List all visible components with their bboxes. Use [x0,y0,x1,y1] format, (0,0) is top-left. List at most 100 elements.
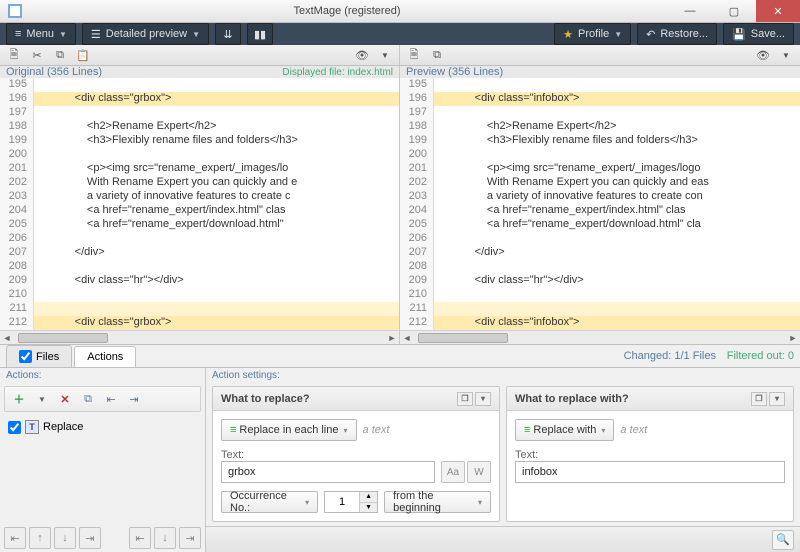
replace-with-mode-dropdown[interactable]: ≡ Replace with ▾ [515,419,614,441]
app-icon [4,0,26,22]
bottom-bar: 🔍 [206,526,800,552]
add-dropdown-icon[interactable]: ▼ [32,389,52,409]
occurrence-label: Occurrence No.: [230,490,300,514]
chevron-down-icon: ▼ [614,30,622,39]
collapse-left-button[interactable]: ⇤ [129,527,151,549]
delete-action-button[interactable]: ✕ [55,389,75,409]
text-action-icon: T [25,420,39,434]
card-window-icon[interactable]: ❐ [751,392,767,406]
original-code-pane: 195196 <div class="grbox">197198 <h2>Ren… [0,78,400,344]
restore-button[interactable]: ↶ Restore... [637,23,717,45]
card-chevron-icon[interactable]: ▾ [475,392,491,406]
move-up-button[interactable]: ↑ [29,527,51,549]
titlebar: TextMage (registered) — ▢ ✕ [0,0,800,23]
paste-icon[interactable]: 📋 [73,45,93,65]
secondary-toolbar: 🗎 ✂ ⧉ 📋 👁 ▼ 🗎 ⧉ 👁 ▼ [0,45,800,66]
move-last-button[interactable]: ⇥ [79,527,101,549]
menu-label: Menu [26,28,54,40]
import-action-button[interactable]: ⇤ [101,389,121,409]
columns-icon: ▮▮ [254,28,266,41]
chevron-down-icon[interactable]: ▼ [776,45,796,65]
card-window-icon[interactable]: ❐ [457,392,473,406]
action-item-replace[interactable]: T Replace [6,418,199,436]
occurrence-dropdown[interactable]: Occurrence No.: ▾ [221,491,318,513]
from-direction-label: from the beginning [393,490,473,514]
restore-label: Restore... [660,28,708,40]
move-first-button[interactable]: ⇤ [4,527,26,549]
chevron-down-icon: ▾ [344,426,348,435]
toggle-down-button[interactable]: ⇊ [215,23,241,45]
save-button[interactable]: 💾 Save... [723,23,794,45]
cut-icon[interactable]: ✂ [27,45,47,65]
preview-code-pane: 195196 <div class="infobox">197198 <h2>R… [400,78,800,344]
restore-icon: ↶ [646,28,655,41]
chevron-double-down-icon: ⇊ [223,28,232,41]
replace-with-hint: a text [620,424,647,436]
action-enabled-checkbox[interactable] [8,421,21,434]
chevron-down-icon: ▾ [478,498,482,507]
minimize-button[interactable]: — [668,0,712,22]
profile-label: Profile [578,28,609,40]
tab-bar: Files Actions Changed: 1/1 Files Filtere… [0,345,800,368]
add-action-button[interactable]: ＋ [9,389,29,409]
preview-pane-title: Preview (356 Lines) [406,66,503,78]
occurrence-value[interactable] [325,492,359,512]
from-direction-dropdown[interactable]: from the beginning ▾ [384,491,491,513]
duplicate-action-button[interactable]: ⧉ [78,389,98,409]
what-to-replace-card: What to replace? ❐▾ ≡ Replace in each li… [212,386,500,522]
original-hscrollbar[interactable]: ◄► [0,330,399,344]
lines-icon: ≡ [230,424,234,436]
preview-mode-button[interactable]: ☰ Detailed preview ▼ [82,23,209,45]
copy-icon[interactable]: ⧉ [50,45,70,65]
hamburger-icon: ≡ [15,28,21,40]
close-button[interactable]: ✕ [756,0,800,22]
chevron-down-icon: ▾ [305,498,309,507]
doc-icon[interactable]: 🗎 [4,45,24,65]
actions-toolbar: ＋ ▼ ✕ ⧉ ⇤ ⇥ [4,386,201,412]
card-left-title: What to replace? [221,393,310,405]
collapse-down-button[interactable]: ↓ [154,527,176,549]
spin-up-icon[interactable]: ▲ [359,492,377,503]
move-down-button[interactable]: ↓ [54,527,76,549]
original-pane-title: Original (356 Lines) [6,66,102,78]
search-text-input[interactable] [221,461,435,483]
replace-mode-label: Replace in each line [239,424,338,436]
save-icon: 💾 [732,28,746,41]
list-icon: ☰ [91,28,101,41]
text-label: Text: [515,449,785,461]
original-code-body[interactable]: 195196 <div class="grbox">197198 <h2>Ren… [0,78,399,330]
chevron-down-icon: ▾ [601,426,605,435]
split-view-button[interactable]: ▮▮ [247,23,273,45]
collapse-right-button[interactable]: ⇥ [179,527,201,549]
preview-code-body[interactable]: 195196 <div class="infobox">197198 <h2>R… [400,78,800,330]
settings-column: Action settings: What to replace? ❐▾ ≡ R… [206,368,800,552]
replace-hint: a text [363,424,390,436]
export-action-button[interactable]: ⇥ [124,389,144,409]
maximize-button[interactable]: ▢ [712,0,756,22]
replace-mode-dropdown[interactable]: ≡ Replace in each line ▾ [221,419,357,441]
menu-button[interactable]: ≡ Menu ▼ [6,23,76,45]
tab-files[interactable]: Files [6,345,72,367]
actions-header: Actions: [0,368,205,386]
action-order-buttons: ⇤ ↑ ↓ ⇥ ⇤ ↓ ⇥ [0,524,205,552]
find-icon[interactable]: 👁 [753,45,773,65]
copy-icon[interactable]: ⧉ [427,45,447,65]
profile-button[interactable]: ★ Profile ▼ [554,23,631,45]
preview-hscrollbar[interactable]: ◄► [400,330,800,344]
spin-down-icon[interactable]: ▼ [359,503,377,513]
chevron-down-icon: ▼ [192,30,200,39]
chevron-down-icon[interactable]: ▼ [375,45,395,65]
card-chevron-icon[interactable]: ▾ [769,392,785,406]
whole-word-button[interactable]: W [467,461,491,483]
lines-icon: ≡ [524,424,528,436]
files-checkbox[interactable] [19,350,32,363]
tab-actions[interactable]: Actions [74,346,136,367]
replace-text-input[interactable] [515,461,785,483]
find-icon[interactable]: 👁 [352,45,372,65]
search-icon[interactable]: 🔍 [772,530,794,550]
occurrence-spinner[interactable]: ▲▼ [324,491,378,513]
doc-icon[interactable]: 🗎 [404,45,424,65]
window-title: TextMage (registered) [26,5,668,17]
case-sensitive-button[interactable]: Aa [441,461,465,483]
lower-area: Actions: ＋ ▼ ✕ ⧉ ⇤ ⇥ T Replace ⇤ ↑ ↓ ⇥ ⇤… [0,368,800,552]
